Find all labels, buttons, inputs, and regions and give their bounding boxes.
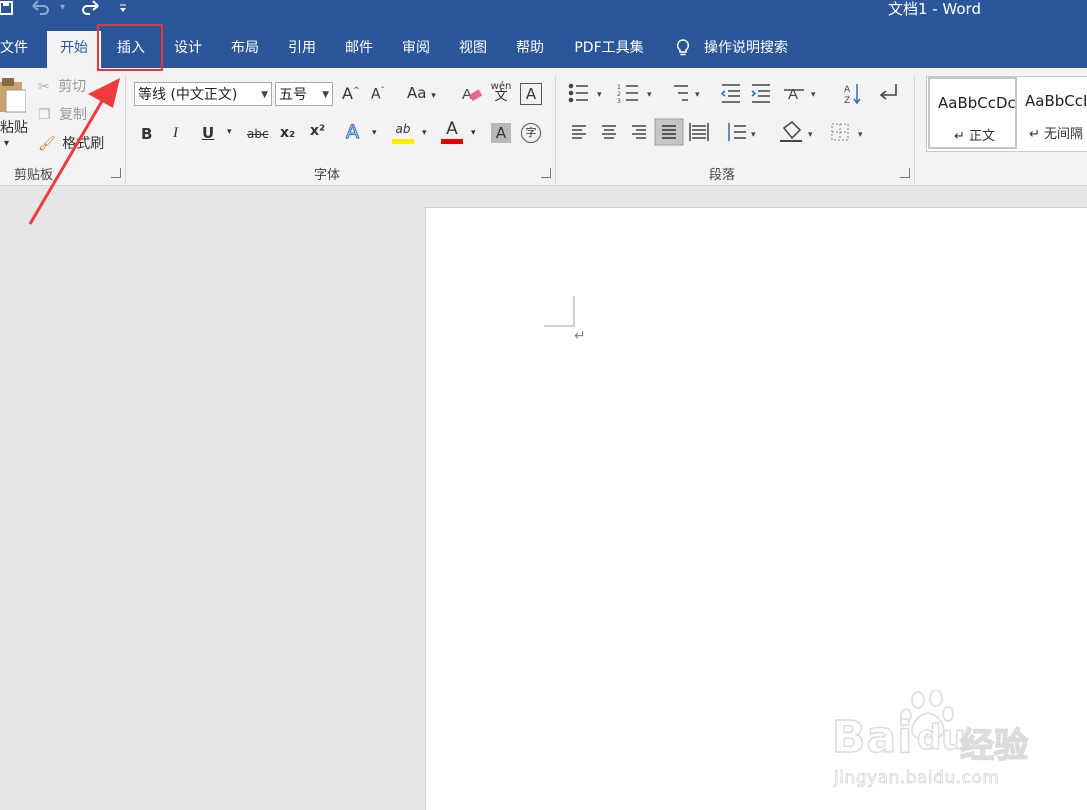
shrink-font-button[interactable]: Aˇ — [371, 86, 385, 103]
tell-me-label: 操作说明搜索 — [704, 40, 788, 56]
bullets-dropdown-icon[interactable]: ▾ — [597, 90, 602, 100]
tab-help[interactable]: 帮助 — [506, 31, 554, 68]
italic-button[interactable]: I — [173, 125, 178, 142]
customize-qat-icon[interactable] — [118, 2, 128, 20]
margin-corner-mark — [544, 296, 575, 327]
decrease-indent-icon[interactable] — [720, 84, 740, 103]
chinese-layout-icon[interactable]: A — [784, 86, 804, 103]
chevron-down-icon: ▼ — [261, 90, 268, 100]
save-icon[interactable] — [0, 0, 14, 18]
multilevel-dropdown-icon[interactable]: ▾ — [695, 90, 700, 100]
font-color-dropdown-icon[interactable]: ▾ — [471, 128, 476, 138]
align-center-icon[interactable] — [602, 125, 616, 139]
svg-text:2: 2 — [617, 91, 621, 98]
underline-dropdown-icon[interactable]: ▾ — [227, 127, 232, 137]
text-effects-dropdown-icon[interactable]: ▾ — [372, 128, 377, 138]
svg-text:A: A — [788, 86, 798, 103]
strikethrough-button[interactable]: abc — [247, 127, 269, 141]
tab-view[interactable]: 视图 — [449, 31, 497, 68]
annotation-highlight-box — [97, 24, 163, 71]
divider — [125, 76, 126, 184]
redo-icon[interactable] — [80, 0, 100, 18]
shading-dropdown-icon[interactable]: ▾ — [808, 130, 813, 140]
enclose-characters-button[interactable]: 字 — [521, 123, 541, 143]
paragraph-mark: ↵ — [574, 328, 586, 344]
underline-button[interactable]: U — [202, 124, 214, 142]
tab-layout[interactable]: 布局 — [221, 31, 269, 68]
chinese-layout-dropdown-icon[interactable]: ▾ — [811, 90, 816, 100]
baidu-jingyan-watermark: Bai du 经验 jingyan.baidu.com — [828, 689, 1033, 800]
paste-button[interactable]: 粘贴 — [0, 117, 28, 137]
watermark-brand-left: Bai — [831, 711, 914, 764]
ribbon-home: 粘贴 ▾ ✂ 剪切 ❐ 复制 🖌 格式刷 剪贴板 等线 (中文正文) ▼ 五号 ▼ … — [0, 68, 1087, 186]
phonetic-guide-button[interactable]: wén 文 — [490, 82, 512, 104]
tell-me-search[interactable]: 操作说明搜索 — [676, 35, 788, 61]
tab-review[interactable]: 审阅 — [392, 31, 440, 68]
align-right-icon[interactable] — [632, 125, 646, 139]
paragraph-launcher-icon[interactable] — [900, 168, 910, 178]
paste-dropdown-icon[interactable]: ▾ — [4, 138, 9, 149]
line-spacing-icon[interactable] — [728, 123, 746, 141]
svg-text:A: A — [844, 85, 851, 95]
divider — [914, 76, 915, 184]
character-border-icon[interactable]: A — [520, 83, 542, 105]
tab-pdf-tools[interactable]: PDF工具集 — [563, 31, 655, 68]
paragraph-controls: ▾ 123 ▾ ▾ A ▾ AZ ▾ ▾ ▾ — [568, 83, 897, 146]
highlight-dropdown-icon[interactable]: ▾ — [422, 128, 427, 138]
numbering-icon[interactable] — [626, 85, 638, 101]
font-color-bar — [441, 139, 463, 144]
show-marks-icon[interactable] — [879, 84, 897, 100]
align-left-icon[interactable] — [572, 125, 586, 139]
superscript-button[interactable]: x² — [310, 123, 325, 139]
styles-gallery: AaBbCcDc ↵ 正文 AaBbCcI ↵ 无间隔 — [926, 76, 1087, 152]
multilevel-list-icon[interactable] — [674, 85, 688, 101]
shading-icon[interactable] — [780, 121, 802, 142]
tab-design[interactable]: 设计 — [164, 31, 212, 68]
watermark-url: jingyan.baidu.com — [834, 768, 1000, 789]
group-label-paragraph: 段落 — [709, 168, 736, 183]
chevron-down-icon: ▼ — [322, 90, 329, 100]
subscript-button[interactable]: x₂ — [280, 125, 295, 141]
font-launcher-icon[interactable] — [541, 168, 551, 178]
tab-file[interactable]: 文件 — [0, 31, 32, 68]
highlight-color-bar — [392, 139, 414, 144]
character-shading-button[interactable]: A — [491, 123, 511, 143]
grow-font-button[interactable]: A^ — [342, 84, 360, 103]
distributed-icon[interactable] — [689, 123, 709, 141]
increase-indent-icon[interactable] — [751, 84, 770, 103]
svg-text:3: 3 — [617, 98, 621, 105]
bullets-icon[interactable] — [568, 83, 589, 103]
bold-button[interactable]: B — [141, 125, 152, 143]
annotation-arrow — [28, 78, 120, 225]
numbering-dropdown-icon[interactable]: ▾ — [647, 90, 652, 100]
borders-dropdown-icon[interactable]: ▾ — [858, 130, 863, 140]
svg-text:1: 1 — [617, 84, 621, 91]
tab-references[interactable]: 引用 — [278, 31, 326, 68]
change-case-button[interactable]: Aa ▾ — [407, 84, 436, 102]
font-name-select[interactable]: 等线 (中文正文) ▼ — [134, 82, 272, 106]
justify-button[interactable] — [654, 118, 684, 146]
watermark-brand-right: 经验 — [959, 725, 1029, 767]
font-size-select[interactable]: 五号 ▼ — [275, 82, 333, 106]
borders-icon[interactable] — [831, 123, 849, 141]
style-normal[interactable]: AaBbCcDc ↵ 正文 — [928, 77, 1017, 149]
lightbulb-icon — [676, 39, 690, 56]
watermark-brand-du: du — [916, 717, 966, 759]
font-color-button[interactable]: A — [441, 120, 463, 144]
document-title: 文档1 - Word — [887, 0, 981, 18]
style-no-spacing[interactable]: AaBbCcI ↵ 无间隔 — [1019, 77, 1087, 149]
tab-home[interactable]: 开始 — [47, 31, 101, 68]
undo-icon[interactable] — [32, 0, 50, 18]
sort-icon[interactable]: AZ — [844, 84, 861, 106]
line-spacing-dropdown-icon[interactable]: ▾ — [751, 130, 756, 140]
undo-dropdown-icon[interactable]: ▾ — [60, 0, 65, 18]
highlight-button[interactable]: ab — [392, 122, 414, 144]
clear-formatting-icon[interactable]: A — [461, 83, 483, 109]
tab-mailings[interactable]: 邮件 — [335, 31, 383, 68]
group-label-font: 字体 — [314, 168, 341, 183]
text-effects-button[interactable]: A — [345, 120, 359, 143]
divider — [555, 76, 556, 184]
svg-text:Z: Z — [844, 96, 850, 106]
